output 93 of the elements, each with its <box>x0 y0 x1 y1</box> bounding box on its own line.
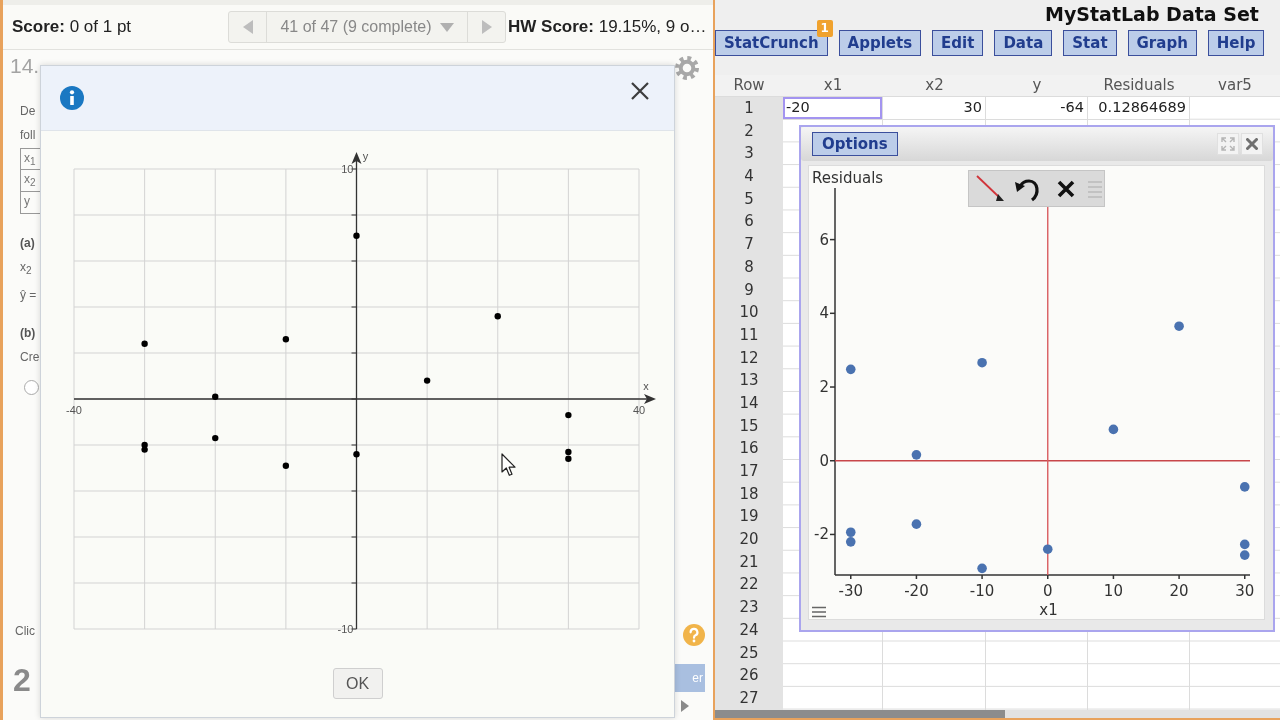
tick-label: -2 <box>814 525 829 544</box>
axis-label: Residuals <box>812 169 884 187</box>
expand-button[interactable] <box>1217 133 1239 155</box>
axis-label: x1 <box>1039 601 1058 619</box>
part-label: (b) <box>20 325 37 343</box>
data-point <box>1174 321 1184 331</box>
part-label: (a) <box>20 235 36 252</box>
menu-button[interactable]: Edit <box>932 30 984 56</box>
data-point <box>977 563 987 574</box>
axis-label: x <box>643 380 649 392</box>
tick-label: -10 <box>969 582 995 600</box>
menu-button[interactable]: Graph <box>1127 30 1197 56</box>
data-point <box>353 232 360 239</box>
data-point <box>1239 539 1250 550</box>
tick-label: 10 <box>341 163 354 175</box>
question-text: ŷ = <box>20 287 38 305</box>
menu-icon <box>812 606 826 618</box>
question-text: Clic <box>15 623 36 640</box>
radio-button[interactable] <box>24 380 39 396</box>
data-point <box>282 462 290 469</box>
caret-icon <box>439 22 454 32</box>
data-point <box>565 411 572 419</box>
left-triangle-icon <box>242 20 253 34</box>
tick-label: 20 <box>1169 582 1189 600</box>
question-text: De <box>20 103 37 120</box>
tick-label: 4 <box>819 304 829 323</box>
question-text: x$_{2}$ <box>20 259 33 279</box>
column-header: y <box>986 75 1088 97</box>
mouse-pointer-icon <box>501 453 517 477</box>
settings-icon[interactable] <box>675 56 699 80</box>
menu-button[interactable]: Data <box>994 30 1053 56</box>
horizontal-scrollbar[interactable] <box>715 709 1280 718</box>
data-point <box>353 451 360 458</box>
column-header: Row <box>715 75 783 97</box>
tick-label: -10 <box>337 623 354 635</box>
options-button[interactable]: Options <box>812 132 898 156</box>
help-icon[interactable] <box>683 624 705 646</box>
close-icon <box>630 81 650 101</box>
data-point <box>212 393 219 400</box>
info-icon <box>60 86 84 110</box>
close-icon <box>1246 138 1258 150</box>
table-cell[interactable]: -20 <box>783 97 883 120</box>
data-point <box>845 364 856 375</box>
data-point <box>911 519 922 529</box>
axis-label: y <box>362 150 369 162</box>
data-point <box>1042 544 1053 554</box>
data-point <box>845 537 856 547</box>
tick-label: 10 <box>1103 582 1123 600</box>
tick-label: 30 <box>1235 582 1255 600</box>
data-point <box>911 450 922 460</box>
data-point <box>1108 424 1119 435</box>
scrollbar-thumb[interactable] <box>715 709 1005 718</box>
right-triangle-icon[interactable] <box>681 700 689 712</box>
tick-label: 2 <box>819 378 829 397</box>
question-text: foll <box>20 127 37 144</box>
menu-button[interactable]: Applets <box>838 30 922 56</box>
menu-button[interactable]: Help <box>1207 30 1265 56</box>
expand-icon <box>1221 137 1235 151</box>
question-text: Cre <box>20 349 40 367</box>
data-point <box>845 527 856 538</box>
data-point <box>977 357 987 368</box>
tick-label: 6 <box>819 230 829 249</box>
data-point <box>423 377 431 384</box>
tick-label: 0 <box>1043 582 1053 600</box>
close-icon <box>1056 178 1076 199</box>
close-button[interactable] <box>630 81 650 101</box>
menu-button[interactable] <box>812 606 826 618</box>
diagonal-line-icon <box>975 173 1005 204</box>
right-triangle-icon <box>481 20 492 34</box>
tick-label: -30 <box>838 582 863 600</box>
column-header: var5 <box>1190 75 1280 97</box>
data-point <box>1239 482 1250 492</box>
data-point <box>212 434 219 442</box>
column-header: Residuals <box>1088 75 1190 97</box>
data-point <box>494 313 501 320</box>
line-tool-button[interactable] <box>975 173 1005 204</box>
tick-label: -20 <box>904 582 929 600</box>
data-point <box>282 336 290 343</box>
tick-label: 0 <box>819 451 829 470</box>
data-point <box>1239 550 1250 560</box>
data-point <box>141 340 148 347</box>
tick-label: -40 <box>66 404 82 416</box>
column-header: x1 <box>783 75 883 97</box>
ok-button[interactable]: OK <box>332 668 383 699</box>
question-counter: 2 <box>13 662 32 698</box>
menu-button[interactable]: Stat <box>1063 30 1117 56</box>
question-number: 14. <box>9 53 40 79</box>
score-text: Score: 0 of 1 pt <box>12 17 133 37</box>
column-header: x2 <box>883 75 986 97</box>
hw-score-text: HW Score: 19.15%, 9 o… <box>508 17 707 37</box>
notification-badge: 1 <box>816 20 833 37</box>
app-title: MyStatLab Data Set <box>1045 3 1259 25</box>
tick-label: 40 <box>632 404 646 416</box>
